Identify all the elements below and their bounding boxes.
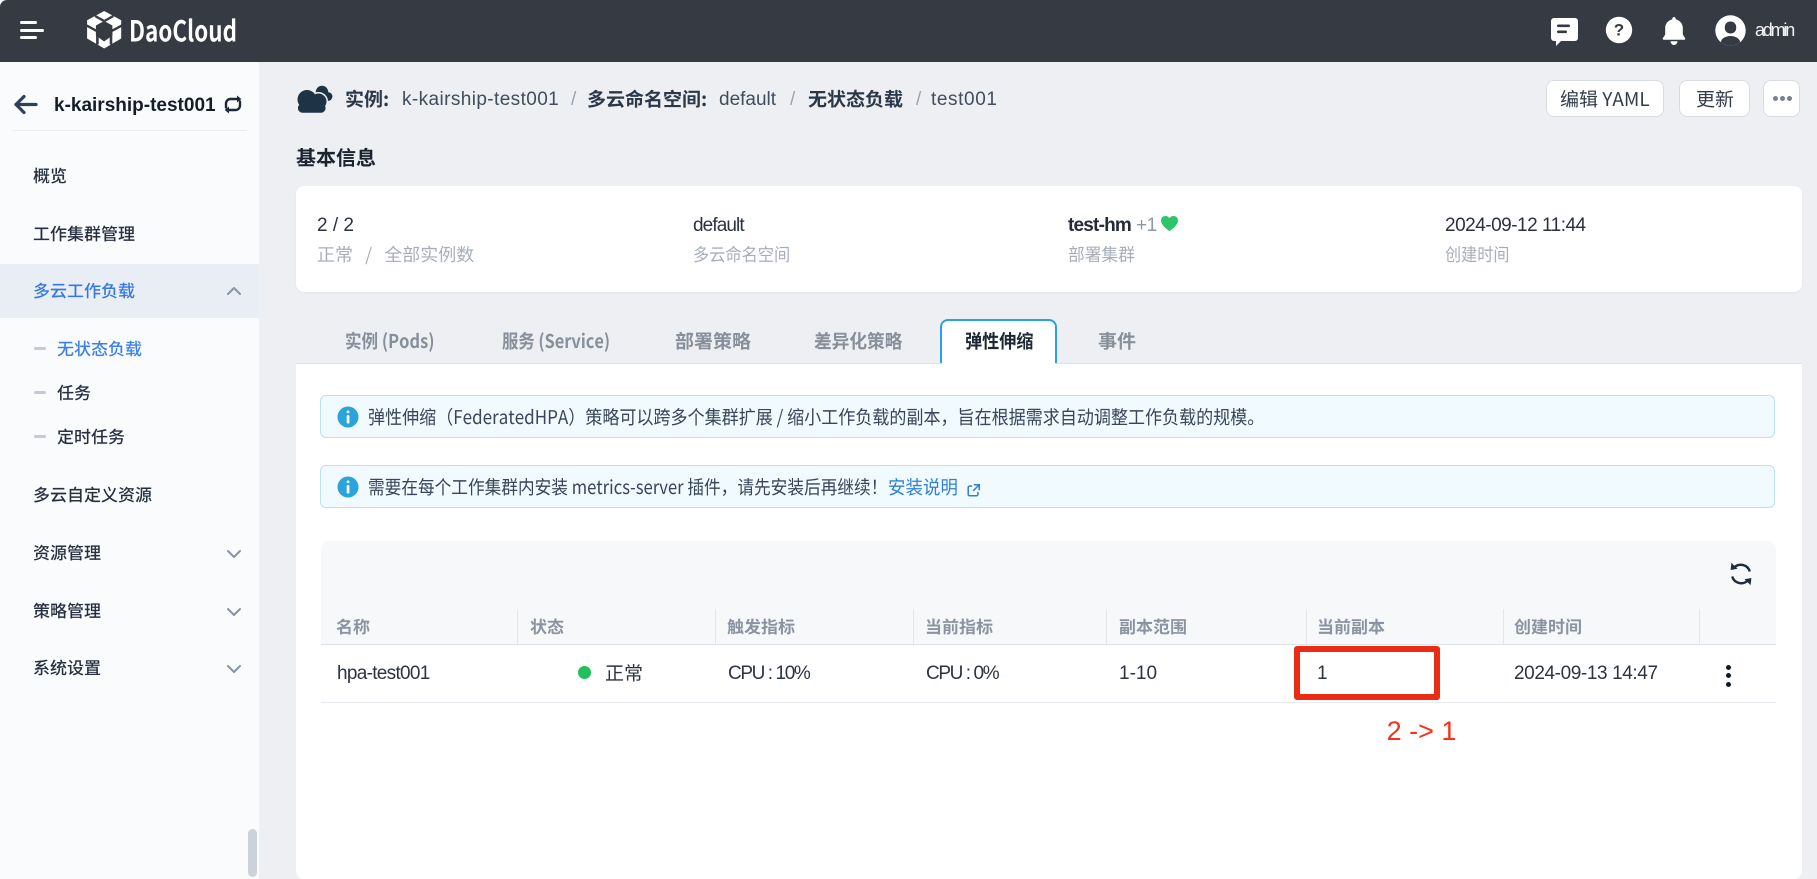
svg-text:?: ? [1614,21,1624,40]
